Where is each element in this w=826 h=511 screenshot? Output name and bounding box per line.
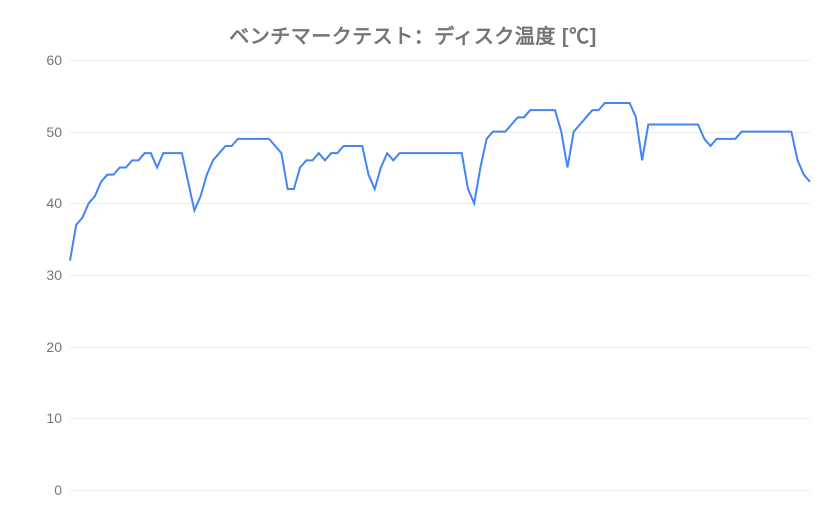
line-series [70, 60, 810, 490]
y-tick-label: 0 [54, 482, 70, 498]
chart-container: ベンチマークテスト：ディスク温度 [℃] 0102030405060 [0, 0, 826, 511]
y-tick-label: 60 [46, 52, 70, 68]
y-tick-label: 50 [46, 124, 70, 140]
y-tick-label: 30 [46, 267, 70, 283]
y-tick-label: 20 [46, 339, 70, 355]
plot-area: 0102030405060 [70, 60, 810, 490]
series-path [70, 103, 810, 261]
y-tick-label: 10 [46, 410, 70, 426]
chart-title: ベンチマークテスト：ディスク温度 [℃] [0, 20, 826, 49]
gridline [70, 490, 810, 491]
y-tick-label: 40 [46, 195, 70, 211]
